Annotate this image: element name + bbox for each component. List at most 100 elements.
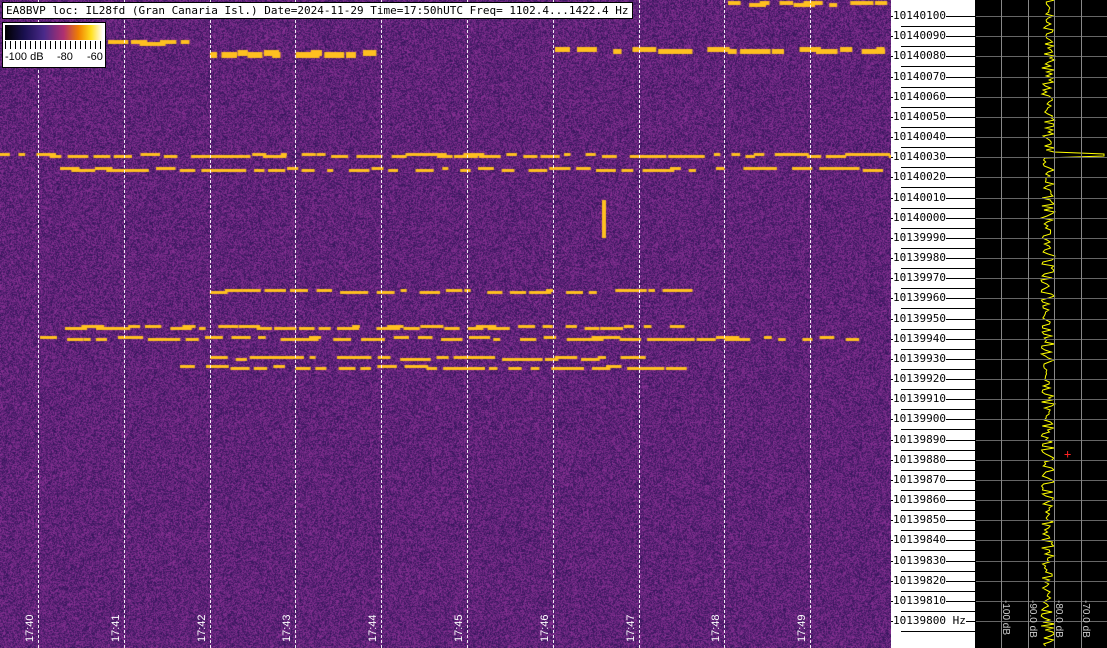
time-label: 17:45: [453, 614, 465, 642]
colorbar-label-max: -60: [87, 51, 103, 63]
freq-minor-tick: [901, 87, 975, 88]
time-gridline: [295, 0, 296, 648]
spectrum-gridline: [976, 500, 1107, 501]
colorbar-legend: -100 dB -80 -60: [2, 22, 106, 68]
freq-minor-tick: [901, 631, 975, 632]
freq-label: 10139890: [893, 434, 946, 446]
colorbar-ticks: [5, 41, 103, 49]
frequency-axis: 10140100 10140090 10140080 10140070 10140060…: [891, 0, 975, 648]
time-label: 17:43: [281, 614, 293, 642]
spectrum-gridline: [976, 258, 1107, 259]
freq-label: 10139810: [893, 595, 946, 607]
freq-label: 10140040: [893, 131, 946, 143]
freq-minor-tick: [901, 308, 975, 309]
freq-label: 10139880: [893, 454, 946, 466]
freq-minor-tick: [901, 611, 975, 612]
spectrum-gridline: [976, 77, 1107, 78]
time-label: 17:49: [796, 614, 808, 642]
freq-minor-tick: [901, 46, 975, 47]
time-gridline: [467, 0, 468, 648]
freq-minor-tick: [901, 107, 975, 108]
time-gridline: [639, 0, 640, 648]
freq-minor-tick: [901, 26, 975, 27]
freq-minor-tick: [901, 228, 975, 229]
db-gridline: [1001, 0, 1002, 648]
db-label: -80.0 dB: [1053, 600, 1064, 638]
spectrum-gridline: [976, 319, 1107, 320]
freq-label: 10140060: [893, 91, 946, 103]
time-label: 17:48: [710, 614, 722, 642]
freq-minor-tick: [901, 409, 975, 410]
freq-label: 10139990: [893, 232, 946, 244]
freq-label: 10139960: [893, 292, 946, 304]
time-gridline: [210, 0, 211, 648]
freq-minor-tick: [901, 167, 975, 168]
freq-label: 10139950: [893, 313, 946, 325]
freq-minor-tick: [901, 248, 975, 249]
freq-minor-tick: [901, 66, 975, 67]
colorbar-gradient: [5, 25, 103, 40]
freq-label: 10139910: [893, 393, 946, 405]
spectrum-panel[interactable]: -100 dB -90.0 dB -80.0 dB -70.0 dB: [976, 0, 1107, 648]
spectrum-gridline: [976, 540, 1107, 541]
time-label: 17:40: [24, 614, 36, 642]
freq-minor-tick: [901, 429, 975, 430]
spectrum-gridline: [976, 97, 1107, 98]
freq-label: 10139830: [893, 555, 946, 567]
freq-label: 10140010: [893, 192, 946, 204]
freq-label: 10140070: [893, 71, 946, 83]
time-gridline: [124, 0, 125, 648]
spectrum-gridline: [976, 117, 1107, 118]
cursor-marker-icon: +: [1064, 447, 1071, 461]
freq-label: 10139940: [893, 333, 946, 345]
freq-minor-tick: [901, 127, 975, 128]
spectrum-gridline: [976, 379, 1107, 380]
spectrum-gridline: [976, 177, 1107, 178]
spectrum-gridline: [976, 238, 1107, 239]
freq-minor-tick: [901, 329, 975, 330]
freq-label: 10140050: [893, 111, 946, 123]
colorbar-label-mid: -80: [57, 51, 73, 63]
time-gridline: [381, 0, 382, 648]
spectrum-gridline: [976, 278, 1107, 279]
spectrum-gridline: [976, 157, 1107, 158]
spectrum-gridline: [976, 198, 1107, 199]
freq-minor-tick: [901, 187, 975, 188]
db-label: -70.0 dB: [1080, 600, 1091, 638]
freq-minor-tick: [901, 571, 975, 572]
spectrum-gridline: [976, 480, 1107, 481]
db-gridline: [1054, 0, 1055, 648]
time-gridline: [38, 0, 39, 648]
time-label: 17:47: [625, 614, 637, 642]
freq-label: 10139980: [893, 252, 946, 264]
waterfall-display[interactable]: 17:40 17:41 17:42 17:43 17:44 17:45 17:46 17:47…: [0, 0, 891, 648]
spectrum-gridline: [976, 298, 1107, 299]
spectrum-gridline: [976, 16, 1107, 17]
spectrum-gridline: [976, 339, 1107, 340]
header-title: EA8BVP loc: IL28fd (Gran Canaria Isl.) D…: [2, 2, 633, 19]
freq-minor-tick: [901, 369, 975, 370]
freq-label: 10140020: [893, 171, 946, 183]
freq-minor-tick: [901, 591, 975, 592]
freq-label: 10139860: [893, 494, 946, 506]
db-gridline: [1081, 0, 1082, 648]
db-label: -90.0 dB: [1027, 600, 1038, 638]
freq-label: 10139930: [893, 353, 946, 365]
freq-label: 10139900: [893, 413, 946, 425]
freq-label: 10140090: [893, 30, 946, 42]
freq-minor-tick: [901, 147, 975, 148]
freq-label: 10139870: [893, 474, 946, 486]
time-gridline: [553, 0, 554, 648]
freq-minor-tick: [901, 550, 975, 551]
spectrum-gridline: [976, 36, 1107, 37]
spectrum-gridline: [976, 581, 1107, 582]
freq-minor-tick: [901, 530, 975, 531]
freq-minor-tick: [901, 268, 975, 269]
spectrum-gridline: [976, 520, 1107, 521]
spectrum-gridline: [976, 218, 1107, 219]
freq-minor-tick: [901, 510, 975, 511]
colorbar-label-min: -100 dB: [5, 51, 44, 63]
freq-label: 10139820: [893, 575, 946, 587]
freq-label: 10139850: [893, 514, 946, 526]
time-gridline: [810, 0, 811, 648]
